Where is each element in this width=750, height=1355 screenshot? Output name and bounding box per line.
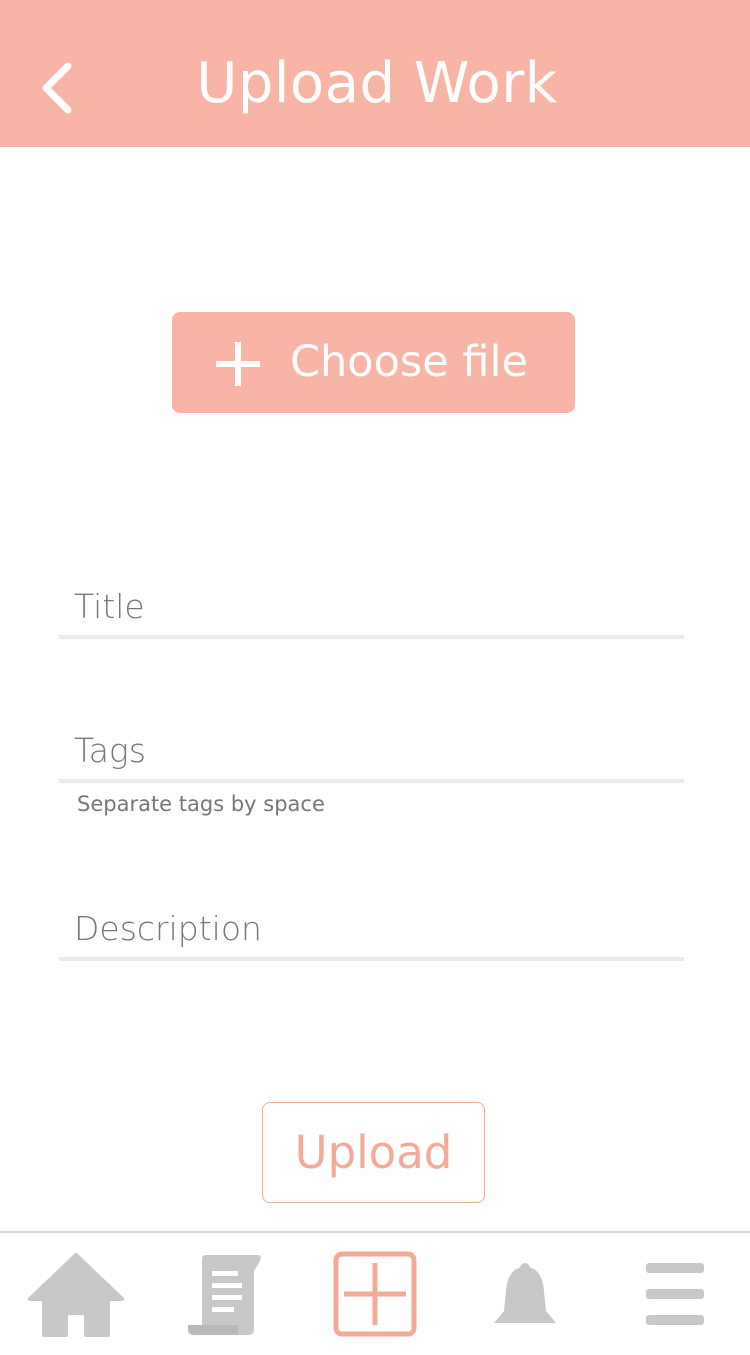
menu-icon — [646, 1263, 704, 1325]
upload-work-screen: Upload Work Choose file Separate tags by… — [0, 0, 750, 1355]
bell-icon — [494, 1263, 556, 1323]
scroll-icon — [188, 1255, 261, 1335]
add-icon — [333, 1251, 417, 1337]
title-input[interactable] — [59, 578, 684, 635]
nav-menu[interactable] — [626, 1249, 726, 1341]
description-field — [59, 900, 684, 961]
page-title: Upload Work — [196, 51, 558, 116]
tags-input[interactable] — [59, 722, 684, 779]
nav-documents[interactable] — [176, 1249, 276, 1341]
tags-field — [59, 722, 684, 783]
choose-file-label: Choose file — [290, 337, 528, 387]
nav-notifications[interactable] — [476, 1249, 576, 1341]
tags-hint: Separate tags by space — [77, 792, 325, 816]
choose-file-button[interactable]: Choose file — [172, 312, 575, 413]
description-input[interactable] — [59, 900, 684, 957]
home-icon — [28, 1253, 124, 1337]
nav-add[interactable] — [326, 1249, 426, 1341]
upload-button[interactable]: Upload — [262, 1102, 485, 1203]
title-field — [59, 578, 684, 639]
plus-icon — [216, 342, 260, 386]
nav-home[interactable] — [26, 1249, 126, 1341]
app-header: Upload Work — [0, 0, 750, 147]
bottom-nav — [0, 1231, 750, 1355]
